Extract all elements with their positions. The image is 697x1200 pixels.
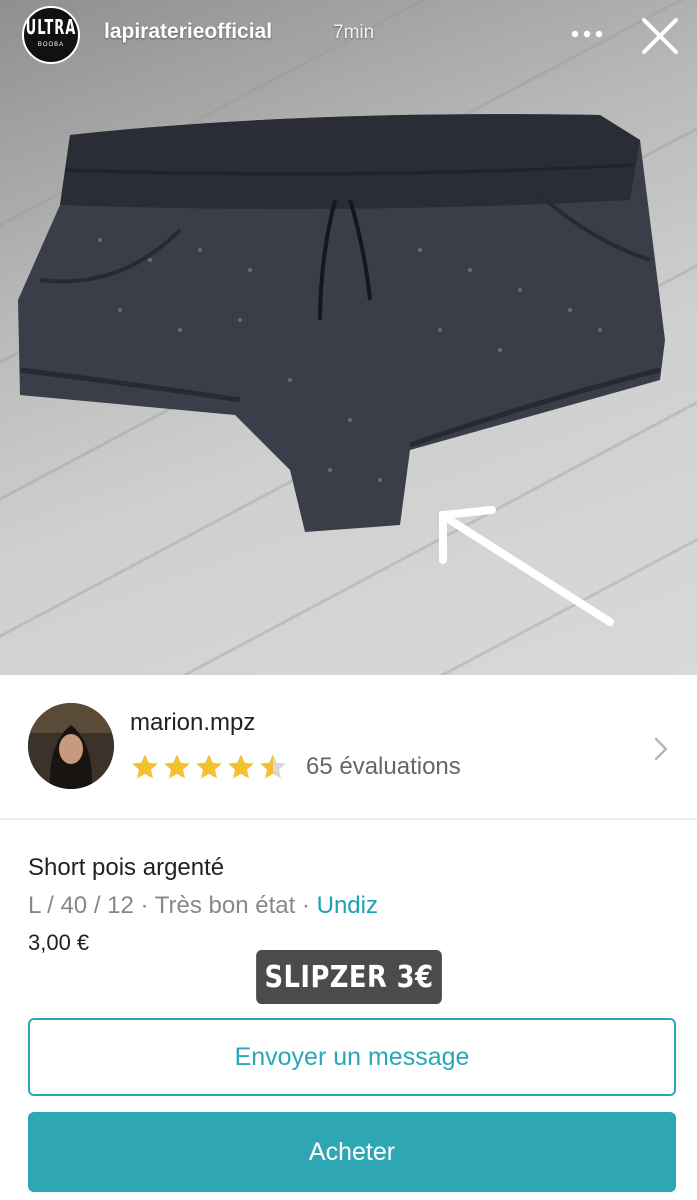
item-title: Short pois argenté xyxy=(28,854,225,881)
star-icon xyxy=(196,754,222,779)
buy-button[interactable]: Acheter xyxy=(28,1112,676,1192)
item-price: 3,00 € xyxy=(28,930,90,955)
close-icon[interactable] xyxy=(638,14,682,58)
item-brand-link[interactable]: Undiz xyxy=(317,892,378,919)
seller-name[interactable]: marion.mpz xyxy=(130,709,255,737)
logo-text: ULTRA xyxy=(25,16,77,41)
product-photo: ULTRA BOOBA lapiraterieofficial 7min xyxy=(0,0,697,675)
ratings-count: 65 évaluations xyxy=(306,753,461,780)
star-icon xyxy=(132,754,158,779)
item-meta: L / 40 / 12 · Très bon état · Undiz xyxy=(28,892,378,920)
caption-sticker: SLIPZER 3€ xyxy=(256,950,442,1004)
star-icon xyxy=(164,754,190,779)
arrow-annotation xyxy=(439,506,614,626)
rating-stars xyxy=(130,752,290,782)
half-star-icon xyxy=(260,754,286,779)
seller-row[interactable]: marion.mpz 65 évaluations xyxy=(0,675,697,820)
story-timestamp: 7min xyxy=(333,22,375,43)
story-avatar[interactable]: ULTRA BOOBA xyxy=(22,6,80,64)
send-message-button[interactable]: Envoyer un message xyxy=(28,1018,676,1096)
star-icon xyxy=(228,754,254,779)
avatar[interactable] xyxy=(28,703,114,789)
logo-subtext: BOOBA xyxy=(37,42,65,48)
chevron-right-icon[interactable] xyxy=(652,735,670,763)
item-size-condition: L / 40 / 12 · Très bon état · xyxy=(28,892,317,919)
story-header: ULTRA BOOBA lapiraterieofficial 7min xyxy=(0,0,697,80)
more-options-icon[interactable] xyxy=(567,22,607,46)
story-username[interactable]: lapiraterieofficial xyxy=(104,20,272,44)
shorts-image xyxy=(18,114,665,626)
